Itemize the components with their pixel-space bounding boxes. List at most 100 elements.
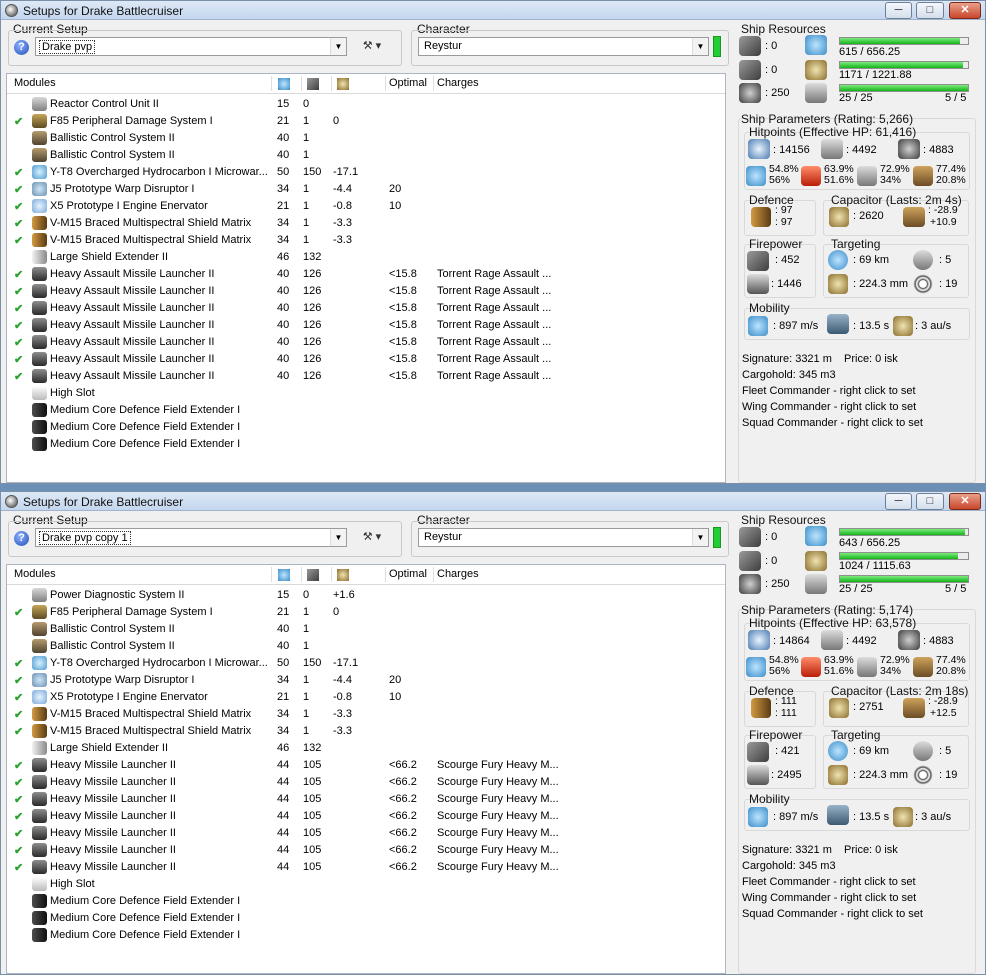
module-row[interactable]: Ballistic Control System II 40 1: [7, 638, 725, 655]
module-row[interactable]: Large Shield Extender II 46 132: [7, 740, 725, 757]
module-row[interactable]: ✔ J5 Prototype Warp Disruptor I 34 1 -4.…: [7, 672, 725, 689]
module-charges[interactable]: Torrent Rage Assault ...: [437, 319, 551, 331]
wing-commander[interactable]: Wing Commander - right click to set: [742, 892, 916, 904]
module-charges[interactable]: Torrent Rage Assault ...: [437, 285, 551, 297]
module-row[interactable]: ✔ Heavy Assault Missile Launcher II 40 1…: [7, 266, 725, 283]
character-select[interactable]: Reystur ▼: [418, 528, 709, 547]
fleet-commander[interactable]: Fleet Commander - right click to set: [742, 876, 916, 888]
module-row[interactable]: ✔ V-M15 Braced Multispectral Shield Matr…: [7, 706, 725, 723]
module-row[interactable]: ✔ J5 Prototype Warp Disruptor I 34 1 -4.…: [7, 181, 725, 198]
module-row[interactable]: ✔ Heavy Missile Launcher II 44 105 <66.2…: [7, 808, 725, 825]
module-charges[interactable]: Scourge Fury Heavy M...: [437, 844, 559, 856]
header-charges[interactable]: Charges: [437, 77, 479, 89]
module-charges[interactable]: Scourge Fury Heavy M...: [437, 776, 559, 788]
module-row[interactable]: ✔ Heavy Missile Launcher II 44 105 <66.2…: [7, 757, 725, 774]
squad-commander[interactable]: Squad Commander - right click to set: [742, 417, 923, 429]
module-row[interactable]: ✔ Heavy Assault Missile Launcher II 40 1…: [7, 317, 725, 334]
capacitor-icon[interactable]: [337, 78, 349, 90]
module-row[interactable]: Medium Core Defence Field Extender I: [7, 893, 725, 910]
module-row[interactable]: Medium Core Defence Field Extender I: [7, 910, 725, 927]
module-charges[interactable]: Torrent Rage Assault ...: [437, 353, 551, 365]
module-row[interactable]: Ballistic Control System II 40 1: [7, 147, 725, 164]
module-row[interactable]: ✔ Heavy Assault Missile Launcher II 40 1…: [7, 283, 725, 300]
shield-matrix-icon: [32, 724, 47, 738]
setup-select[interactable]: Drake pvp ▼: [35, 37, 347, 56]
module-charges[interactable]: Scourge Fury Heavy M...: [437, 861, 559, 873]
module-charges[interactable]: Torrent Rage Assault ...: [437, 336, 551, 348]
help-icon[interactable]: ?: [14, 40, 29, 55]
tools-menu-button[interactable]: ⚒ ▾: [355, 37, 389, 56]
module-row[interactable]: ✔ Y-T8 Overcharged Hydrocarbon I Microwa…: [7, 164, 725, 181]
maximize-button[interactable]: □: [916, 2, 944, 19]
cpu-icon[interactable]: [278, 569, 290, 581]
powergrid-icon[interactable]: [307, 78, 319, 90]
module-row[interactable]: Medium Core Defence Field Extender I: [7, 927, 725, 944]
chevron-down-icon[interactable]: ▼: [692, 38, 708, 55]
module-charges[interactable]: Scourge Fury Heavy M...: [437, 827, 559, 839]
fleet-commander[interactable]: Fleet Commander - right click to set: [742, 385, 916, 397]
header-charges[interactable]: Charges: [437, 568, 479, 580]
modules-list[interactable]: Modules Optimal Charges Reactor Control …: [6, 73, 726, 483]
character-select[interactable]: Reystur ▼: [418, 37, 709, 56]
title-bar[interactable]: Setups for Drake Battlecruiser ─ □ ✕: [1, 492, 985, 511]
module-charges[interactable]: Scourge Fury Heavy M...: [437, 759, 559, 771]
module-row[interactable]: ✔ V-M15 Braced Multispectral Shield Matr…: [7, 723, 725, 740]
checkmark-icon: ✔: [14, 726, 24, 738]
module-row[interactable]: ✔ V-M15 Braced Multispectral Shield Matr…: [7, 232, 725, 249]
module-row[interactable]: Power Diagnostic System II 15 0 +1.6: [7, 587, 725, 604]
header-optimal[interactable]: Optimal: [389, 77, 427, 89]
module-charges[interactable]: Torrent Rage Assault ...: [437, 370, 551, 382]
module-row[interactable]: Ballistic Control System II 40 1: [7, 621, 725, 638]
close-button[interactable]: ✕: [949, 493, 981, 510]
chevron-down-icon[interactable]: ▼: [330, 38, 346, 55]
module-row[interactable]: ✔ X5 Prototype I Engine Enervator 21 1 -…: [7, 198, 725, 215]
maximize-button[interactable]: □: [916, 493, 944, 510]
chevron-down-icon[interactable]: ▼: [692, 529, 708, 546]
module-row[interactable]: Ballistic Control System II 40 1: [7, 130, 725, 147]
cpu-icon[interactable]: [278, 78, 290, 90]
modules-list[interactable]: Modules Optimal Charges Power Diagnostic…: [6, 564, 726, 974]
module-row[interactable]: ✔ Heavy Missile Launcher II 44 105 <66.2…: [7, 825, 725, 842]
module-row[interactable]: High Slot: [7, 876, 725, 893]
module-charges[interactable]: Scourge Fury Heavy M...: [437, 793, 559, 805]
module-row[interactable]: ✔ Heavy Assault Missile Launcher II 40 1…: [7, 368, 725, 385]
module-row[interactable]: High Slot: [7, 385, 725, 402]
help-icon[interactable]: ?: [14, 531, 29, 546]
close-button[interactable]: ✕: [949, 2, 981, 19]
chevron-down-icon[interactable]: ▼: [330, 529, 346, 546]
module-row[interactable]: ✔ Y-T8 Overcharged Hydrocarbon I Microwa…: [7, 655, 725, 672]
module-row[interactable]: ✔ Heavy Missile Launcher II 44 105 <66.2…: [7, 842, 725, 859]
module-row[interactable]: ✔ X5 Prototype I Engine Enervator 21 1 -…: [7, 689, 725, 706]
shield-hp: : 14156: [773, 144, 810, 156]
header-modules[interactable]: Modules: [14, 568, 56, 580]
module-charges[interactable]: Scourge Fury Heavy M...: [437, 810, 559, 822]
squad-commander[interactable]: Squad Commander - right click to set: [742, 908, 923, 920]
header-modules[interactable]: Modules: [14, 77, 56, 89]
module-row[interactable]: Medium Core Defence Field Extender I: [7, 402, 725, 419]
module-row[interactable]: ✔ Heavy Assault Missile Launcher II 40 1…: [7, 351, 725, 368]
module-charges[interactable]: Torrent Rage Assault ...: [437, 302, 551, 314]
title-bar[interactable]: Setups for Drake Battlecruiser ─ □ ✕: [1, 1, 985, 20]
module-row[interactable]: ✔ Heavy Assault Missile Launcher II 40 1…: [7, 334, 725, 351]
module-row[interactable]: Large Shield Extender II 46 132: [7, 249, 725, 266]
module-row[interactable]: ✔ Heavy Missile Launcher II 44 105 <66.2…: [7, 859, 725, 876]
minimize-button[interactable]: ─: [885, 2, 912, 19]
module-row[interactable]: ✔ Heavy Assault Missile Launcher II 40 1…: [7, 300, 725, 317]
module-row[interactable]: Medium Core Defence Field Extender I: [7, 436, 725, 453]
setup-select[interactable]: Drake pvp copy 1 ▼: [35, 528, 347, 547]
module-row[interactable]: ✔ Heavy Missile Launcher II 44 105 <66.2…: [7, 774, 725, 791]
module-row[interactable]: Reactor Control Unit II 15 0: [7, 96, 725, 113]
module-row[interactable]: ✔ V-M15 Braced Multispectral Shield Matr…: [7, 215, 725, 232]
module-charges[interactable]: Torrent Rage Assault ...: [437, 268, 551, 280]
powergrid-icon[interactable]: [307, 569, 319, 581]
module-row[interactable]: ✔ F85 Peripheral Damage System I 21 1 0: [7, 604, 725, 621]
wing-commander[interactable]: Wing Commander - right click to set: [742, 401, 916, 413]
tools-menu-button[interactable]: ⚒ ▾: [355, 528, 389, 547]
module-row[interactable]: ✔ F85 Peripheral Damage System I 21 1 0: [7, 113, 725, 130]
module-power: 105: [303, 759, 322, 771]
minimize-button[interactable]: ─: [885, 493, 912, 510]
capacitor-icon[interactable]: [337, 569, 349, 581]
module-row[interactable]: Medium Core Defence Field Extender I: [7, 419, 725, 436]
header-optimal[interactable]: Optimal: [389, 568, 427, 580]
module-row[interactable]: ✔ Heavy Missile Launcher II 44 105 <66.2…: [7, 791, 725, 808]
